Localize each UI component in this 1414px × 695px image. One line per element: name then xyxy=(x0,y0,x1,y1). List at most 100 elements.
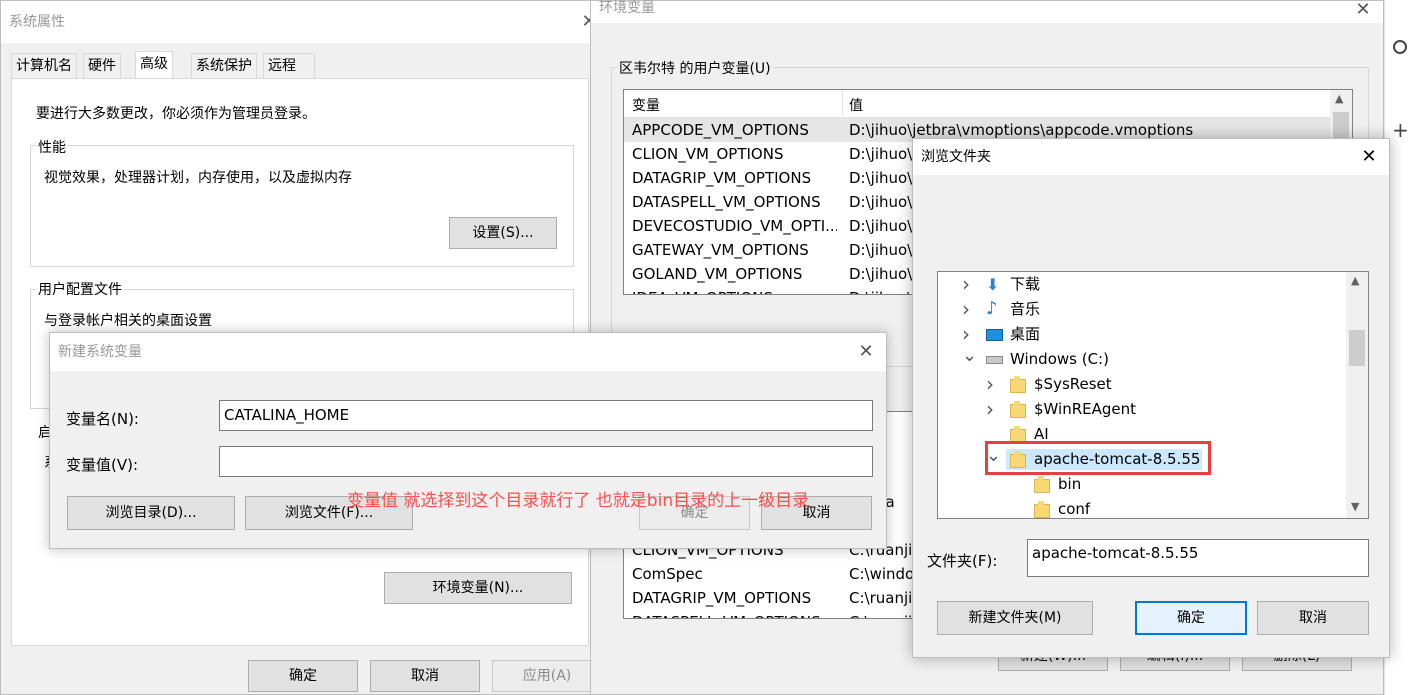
tree-item[interactable]: › $WinREAgent xyxy=(938,397,1346,422)
performance-desc: 视觉效果，处理器计划，内存使用，以及虚拟内存 xyxy=(44,170,352,186)
new-folder-button[interactable]: 新建文件夹(M) xyxy=(937,601,1093,635)
window-title: 系统属性 xyxy=(1,1,597,43)
scroll-up-icon[interactable]: ▲ xyxy=(1335,92,1343,105)
variable-name-input[interactable]: CATALINA_HOME xyxy=(219,400,873,431)
variable-name-cell: DEVECOSTUDIO_VM_OPTI... xyxy=(632,217,837,235)
tree-item[interactable]: › ⬇ 下载 xyxy=(938,272,1346,297)
variable-name-cell: ComSpec xyxy=(632,565,703,583)
variable-value-cell: D:\jihuo\j xyxy=(849,241,917,259)
tree-item-label: 下载 xyxy=(1010,275,1041,293)
folder-icon xyxy=(1034,476,1050,493)
tab-hardware[interactable]: 硬件 xyxy=(83,53,121,78)
variable-name-cell: DATAGRIP_VM_OPTIONS xyxy=(632,169,812,187)
tree-item-label: $WinREAgent xyxy=(1034,400,1137,418)
tab-system-protection[interactable]: 系统保护 xyxy=(191,53,257,78)
scroll-down-icon[interactable]: ▼ xyxy=(1351,500,1359,513)
folder-icon xyxy=(1010,376,1026,393)
tab-remote[interactable]: 远程 xyxy=(263,53,315,78)
close-icon[interactable]: ✕ xyxy=(1347,142,1391,172)
variable-name-cell: DATASPELL_VM_OPTIONS xyxy=(632,193,821,211)
user-vars-label: 区韦尔特 的用户变量(U) xyxy=(617,58,773,78)
variable-name-label: 变量名(N): xyxy=(66,410,139,428)
list-header: 变量 值 xyxy=(624,90,1330,118)
tree-item-label: Windows (C:) xyxy=(1010,350,1109,368)
variable-value-input[interactable] xyxy=(219,446,873,477)
scrollbar[interactable]: ▲ ▼ xyxy=(1346,272,1368,518)
profile-desc: 与登录帐户相关的桌面设置 xyxy=(44,313,212,329)
profile-label: 用户配置文件 xyxy=(36,279,124,299)
variable-value-cell: D:\jihuo\j xyxy=(849,265,917,283)
new-system-variable-dialog: 新建系统变量 ✕ 变量名(N): CATALINA_HOME 变量值(V): 浏… xyxy=(49,332,887,549)
close-icon[interactable]: ✕ xyxy=(1341,0,1385,25)
variable-value-cell: D:\jihuo\j xyxy=(849,145,917,163)
search-icon[interactable] xyxy=(1393,40,1407,54)
variable-name-cell: GATEWAY_VM_OPTIONS xyxy=(632,241,809,259)
selection-highlight-box xyxy=(985,441,1211,475)
tree-item[interactable]: bin xyxy=(938,472,1346,497)
window-title: 环境变量 xyxy=(591,1,1383,23)
tree-item-label: bin xyxy=(1058,475,1082,493)
variable-value-label: 变量值(V): xyxy=(66,456,139,474)
scroll-up-icon[interactable]: ▲ xyxy=(1351,274,1359,287)
folder-icon xyxy=(1010,401,1026,418)
annotation-text: 变量值 就选择到这个目录就行了 也就是bin目录的上一级目录 xyxy=(347,491,810,511)
folder-tree[interactable]: › ⬇ 下载 › ♪ 音乐 › 桌面 ⌄ Windows (C:) › $SysReset › $WinR… xyxy=(937,271,1369,519)
variable-value-cell: D:\jihuo\j xyxy=(849,217,917,235)
browse-folder-dialog: 浏览文件夹 ✕ › ⬇ 下载 › ♪ 音乐 › 桌面 ⌄ Windows (C:) › $SysRes… xyxy=(912,138,1390,658)
column-divider xyxy=(842,90,843,118)
variable-name-cell: IDEA_VM_OPTIONS xyxy=(632,286,837,294)
drive-icon xyxy=(986,356,1003,364)
tree-item-label: $SysReset xyxy=(1034,375,1112,393)
tab-advanced[interactable]: 高级 xyxy=(135,51,173,79)
cancel-button[interactable]: 取消 xyxy=(370,660,480,692)
chevron-right-icon[interactable]: › xyxy=(986,397,994,422)
variable-value-cell: D:\jihuo\j xyxy=(849,169,917,187)
download-icon: ⬇ xyxy=(986,275,1000,294)
table-row[interactable]: ComSpec C:\windo xyxy=(624,562,953,586)
variable-name-cell: GOLAND_VM_OPTIONS xyxy=(632,265,803,283)
tree-item[interactable]: › $SysReset xyxy=(938,372,1346,397)
tree-item[interactable]: › 桌面 xyxy=(938,322,1346,347)
variable-name-cell: CLION_VM_OPTIONS xyxy=(632,145,784,163)
desktop-icon xyxy=(986,329,1003,341)
chevron-right-icon[interactable]: › xyxy=(986,372,994,397)
tab-computer-name[interactable]: 计算机名 xyxy=(11,53,77,78)
ok-button[interactable]: 确定 xyxy=(1135,601,1247,635)
performance-label: 性能 xyxy=(36,137,68,157)
table-row[interactable]: DATAGRIP_VM_OPTIONS C:\ruanjia xyxy=(624,586,953,610)
folder-input[interactable]: apache-tomcat-8.5.55 xyxy=(1027,539,1369,577)
tree-item[interactable]: ⌄ Windows (C:) xyxy=(938,345,1346,372)
environment-variables-button[interactable]: 环境变量(N)... xyxy=(384,572,572,604)
tree-item-label: 音乐 xyxy=(1010,300,1041,318)
variable-value-cell: C:\ruanjia xyxy=(849,610,921,618)
dialog-title: 浏览文件夹 xyxy=(913,139,1389,175)
ok-button[interactable]: 确定 xyxy=(248,660,358,692)
variable-name-cell: DATASPELL_VM_OPTIONS xyxy=(632,610,821,618)
variable-value-cell: C:\ruanjia xyxy=(849,589,922,607)
chevron-right-icon[interactable]: › xyxy=(962,297,970,322)
music-icon: ♪ xyxy=(986,298,998,319)
dialog-title: 新建系统变量 xyxy=(50,333,886,371)
folder-icon xyxy=(1034,501,1050,518)
variable-value-cell: D:\jihuo\j xyxy=(849,193,917,211)
folder-label: 文件夹(F): xyxy=(927,552,998,570)
chevron-down-icon[interactable]: ⌄ xyxy=(962,343,977,368)
settings-button[interactable]: 设置(S)... xyxy=(449,217,557,249)
chevron-right-icon[interactable]: › xyxy=(962,272,970,297)
column-header-value[interactable]: 值 xyxy=(849,95,863,115)
table-row[interactable]: DATASPELL_VM_OPTIONS C:\ruanjia xyxy=(624,610,953,618)
tree-item-label: 桌面 xyxy=(1010,325,1041,343)
variable-value-cell: C:\windo xyxy=(849,565,915,583)
apply-button[interactable]: 应用(A) xyxy=(492,660,602,692)
browse-directory-button[interactable]: 浏览目录(D)... xyxy=(67,496,235,530)
admin-note: 要进行大多数更改，你必须作为管理员登录。 xyxy=(36,106,316,122)
tree-item[interactable]: conf xyxy=(938,497,1346,518)
close-icon[interactable]: ✕ xyxy=(844,337,888,367)
tree-item[interactable]: › ♪ 音乐 xyxy=(938,297,1346,322)
tree-item-label: conf xyxy=(1058,500,1091,518)
scroll-thumb[interactable] xyxy=(1349,330,1365,366)
variable-value-cell: D:\jihuo\ xyxy=(849,286,912,294)
add-icon[interactable]: + xyxy=(1392,118,1409,142)
cancel-button[interactable]: 取消 xyxy=(1257,601,1369,635)
column-header-variable[interactable]: 变量 xyxy=(632,95,660,115)
